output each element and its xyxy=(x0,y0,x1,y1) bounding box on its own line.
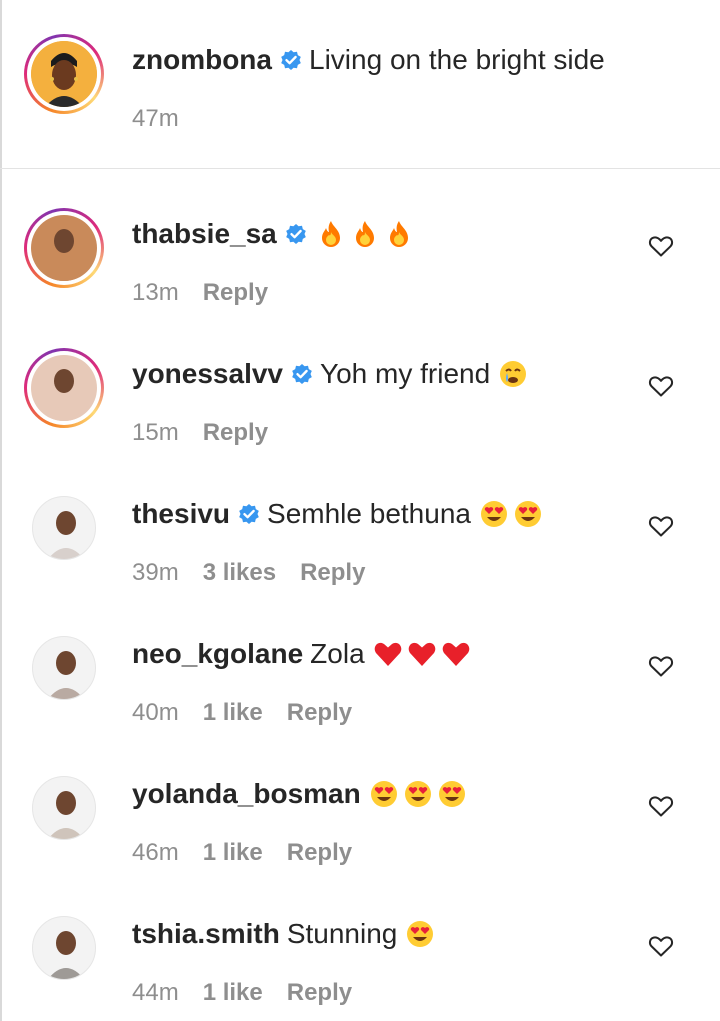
verified-badge-icon xyxy=(239,504,259,524)
comment-emoji xyxy=(479,499,543,529)
heart-eyes-emoji-icon xyxy=(403,779,433,809)
comment-time: 40m xyxy=(132,699,179,726)
comment-username[interactable]: thabsie_sa xyxy=(132,216,277,252)
red-heart-emoji-icon xyxy=(373,639,403,669)
fire-emoji-icon xyxy=(350,219,380,249)
divider xyxy=(0,168,720,169)
comment-time: 15m xyxy=(132,419,179,446)
reply-button[interactable]: Reply xyxy=(287,979,352,1007)
comment-text: Stunning xyxy=(286,918,398,949)
profile-photo xyxy=(32,916,96,980)
caption-username[interactable]: znombona xyxy=(132,42,272,78)
heart-eyes-emoji-icon xyxy=(513,499,543,529)
reply-button[interactable]: Reply xyxy=(287,699,352,727)
comment-time: 44m xyxy=(132,979,179,1006)
red-heart-emoji-icon xyxy=(407,639,437,669)
heart-eyes-emoji-icon xyxy=(369,779,399,809)
comment-avatar[interactable] xyxy=(24,628,104,708)
comment-emoji xyxy=(316,219,414,249)
heart-outline-icon[interactable] xyxy=(648,514,674,538)
comment-likes[interactable]: 1 like xyxy=(203,699,263,727)
comment-emoji xyxy=(369,779,467,809)
comment-username[interactable]: thesivu xyxy=(132,496,230,532)
comment-username[interactable]: yonessalvv xyxy=(132,356,283,392)
comment-text: Zola xyxy=(310,638,365,669)
comment-likes[interactable]: 1 like xyxy=(203,839,263,867)
comment-likes[interactable]: 1 like xyxy=(203,979,263,1007)
profile-photo xyxy=(32,776,96,840)
verified-badge-icon xyxy=(281,50,301,70)
reply-button[interactable]: Reply xyxy=(203,419,268,447)
verified-badge-icon xyxy=(292,364,312,384)
reply-button[interactable]: Reply xyxy=(300,559,365,587)
heart-outline-icon[interactable] xyxy=(648,234,674,258)
comment-avatar[interactable] xyxy=(24,208,104,288)
caption-text: Living on the bright side xyxy=(309,44,605,75)
red-heart-emoji-icon xyxy=(441,639,471,669)
comment-username[interactable]: yolanda_bosman xyxy=(132,776,361,812)
reply-button[interactable]: Reply xyxy=(203,279,268,307)
profile-photo xyxy=(31,41,97,107)
comment-emoji xyxy=(405,919,435,949)
comment-time: 39m xyxy=(132,559,179,586)
heart-eyes-emoji-icon xyxy=(437,779,467,809)
comment-likes[interactable]: 3 likes xyxy=(203,559,276,587)
heart-outline-icon[interactable] xyxy=(648,934,674,958)
heart-outline-icon[interactable] xyxy=(648,794,674,818)
comment-avatar[interactable] xyxy=(24,908,104,988)
comment-text: Semhle bethuna xyxy=(267,498,471,529)
comment-time: 13m xyxy=(132,279,179,306)
profile-photo xyxy=(32,636,96,700)
crying-laughing-emoji-icon xyxy=(498,359,528,389)
comment-emoji xyxy=(373,639,471,669)
caption-time: 47m xyxy=(132,105,179,132)
fire-emoji-icon xyxy=(316,219,346,249)
comment-text: Yoh my friend xyxy=(320,358,491,389)
comment-username[interactable]: tshia.smith xyxy=(132,916,280,952)
heart-eyes-emoji-icon xyxy=(405,919,435,949)
profile-photo xyxy=(32,496,96,560)
heart-outline-icon[interactable] xyxy=(648,654,674,678)
profile-photo xyxy=(31,215,97,281)
heart-eyes-emoji-icon xyxy=(479,499,509,529)
profile-photo xyxy=(31,355,97,421)
comment-emoji xyxy=(498,359,528,389)
comment-avatar[interactable] xyxy=(24,768,104,848)
comment-username[interactable]: neo_kgolane xyxy=(132,636,303,672)
fire-emoji-icon xyxy=(384,219,414,249)
verified-badge-icon xyxy=(285,224,306,244)
comment-avatar[interactable] xyxy=(24,488,104,568)
caption-avatar[interactable] xyxy=(24,34,104,114)
heart-outline-icon[interactable] xyxy=(648,374,674,398)
post-caption: znombona Living on the bright side 47m xyxy=(0,0,720,169)
comment-time: 46m xyxy=(132,839,179,866)
comment-avatar[interactable] xyxy=(24,348,104,428)
reply-button[interactable]: Reply xyxy=(287,839,352,867)
